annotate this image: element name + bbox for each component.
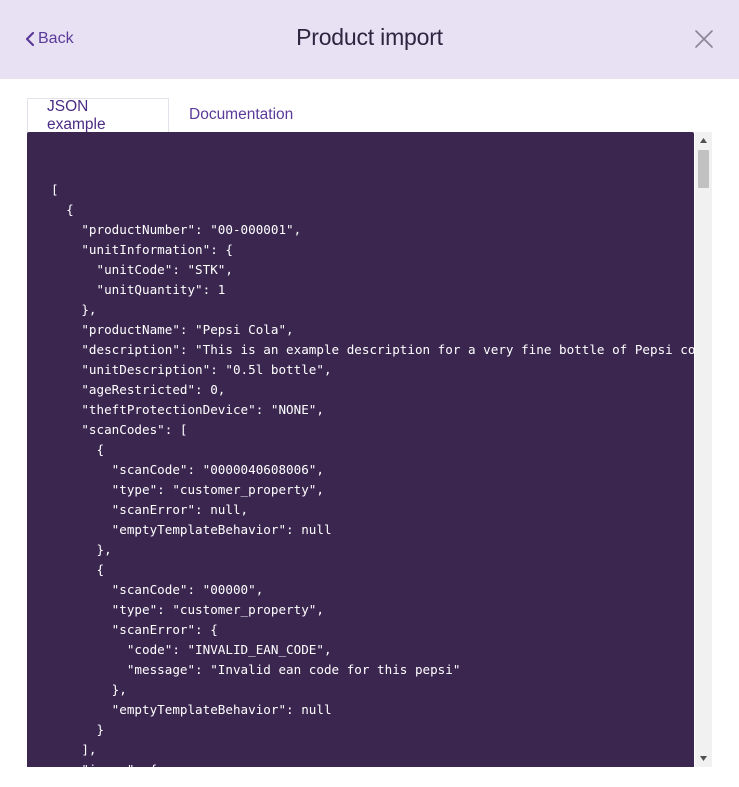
code-line: }, [51, 542, 112, 557]
code-line: "unitDescription": "0.5l bottle", [51, 362, 332, 377]
code-line: } [51, 722, 105, 737]
triangle-down-icon [700, 756, 707, 761]
code-line: "unitCode": "STK", [51, 262, 233, 277]
code-line: "type": "customer_property", [51, 602, 324, 617]
code-line: { [51, 202, 74, 217]
modal-header: Back Product import [0, 0, 739, 79]
close-button[interactable] [692, 27, 716, 51]
code-line: "description": "This is an example descr… [51, 342, 694, 357]
code-line: "message": "Invalid ean code for this pe… [51, 662, 461, 677]
code-line: "emptyTemplateBehavior": null [51, 522, 332, 537]
json-code-block: [ { "productNumber": "00-000001", "unitI… [27, 132, 694, 767]
tab-json-example[interactable]: JSON example [27, 97, 169, 133]
code-line: "scanError": null, [51, 502, 249, 517]
triangle-up-icon [700, 138, 707, 143]
vertical-scrollbar[interactable] [695, 132, 712, 767]
code-line: "type": "customer_property", [51, 482, 324, 497]
tab-label: JSON example [47, 97, 106, 133]
code-line: "unitQuantity": 1 [51, 282, 226, 297]
code-line: { [51, 562, 105, 577]
code-line: [ [51, 182, 59, 197]
json-code: [ { "productNumber": "00-000001", "unitI… [51, 180, 694, 767]
scroll-up-arrow[interactable] [695, 132, 712, 149]
close-icon [695, 30, 713, 48]
tab-label: Documentation [189, 106, 294, 123]
code-line: "theftProtectionDevice": "NONE", [51, 402, 324, 417]
code-line: "scanCode": "0000040608006", [51, 462, 324, 477]
tab-documentation[interactable]: Documentation [169, 98, 310, 132]
code-line: "unitInformation": { [51, 242, 233, 257]
code-line: "scanCode": "00000", [51, 582, 264, 597]
code-line: "ageRestricted": 0, [51, 382, 226, 397]
code-line: ], [51, 742, 97, 757]
code-line: "productNumber": "00-000001", [51, 222, 302, 237]
tab-bar: JSON example Documentation [27, 97, 310, 133]
code-line: { [51, 442, 105, 457]
scroll-thumb[interactable] [698, 150, 709, 188]
page-title: Product import [296, 24, 443, 50]
code-line: "emptyTemplateBehavior": null [51, 702, 332, 717]
scroll-down-arrow[interactable] [695, 750, 712, 767]
code-line: "scanCodes": [ [51, 422, 188, 437]
code-line: "scanError": { [51, 622, 218, 637]
code-line: }, [51, 302, 97, 317]
code-line: "code": "INVALID_EAN_CODE", [51, 642, 332, 657]
code-line: "productName": "Pepsi Cola", [51, 322, 294, 337]
code-line: "image": { [51, 762, 157, 767]
code-line: }, [51, 682, 127, 697]
